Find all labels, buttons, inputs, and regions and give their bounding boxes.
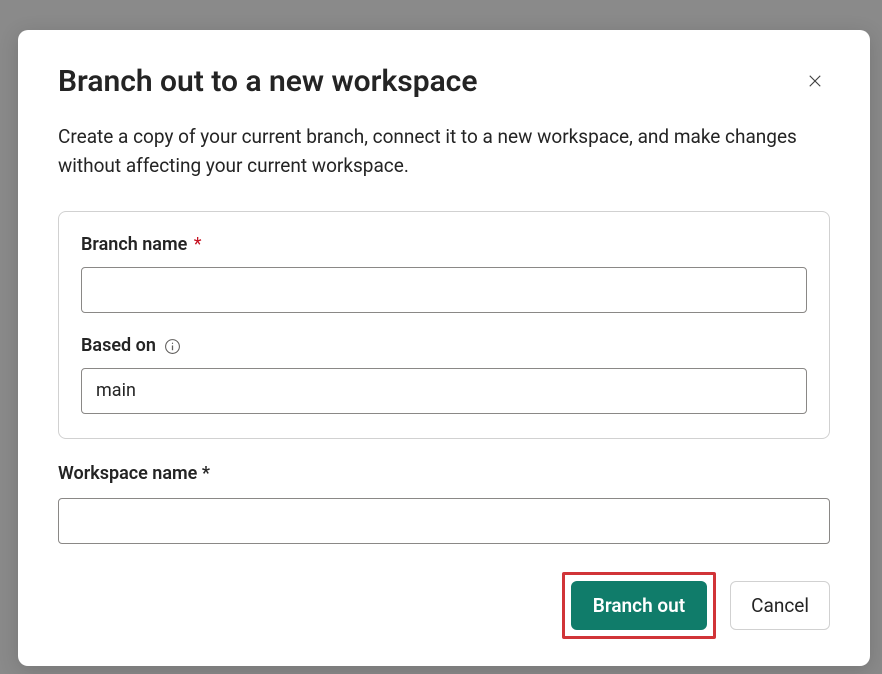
workspace-name-group: Workspace name * xyxy=(58,463,830,544)
info-icon[interactable] xyxy=(164,338,181,355)
based-on-label: Based on xyxy=(81,335,807,356)
cancel-button[interactable]: Cancel xyxy=(730,581,830,630)
based-on-group: Based on xyxy=(81,335,807,414)
branch-settings-card: Branch name * Based on xyxy=(58,211,830,439)
workspace-name-label-text: Workspace name xyxy=(58,463,197,484)
branch-out-modal: Branch out to a new workspace Create a c… xyxy=(18,30,870,666)
modal-footer: Branch out Cancel xyxy=(58,572,830,639)
close-icon xyxy=(806,72,824,93)
based-on-label-text: Based on xyxy=(81,335,156,356)
workspace-name-input[interactable] xyxy=(58,498,830,544)
modal-title: Branch out to a new workspace xyxy=(58,64,477,100)
based-on-input[interactable] xyxy=(81,368,807,414)
close-button[interactable] xyxy=(800,66,830,99)
branch-name-label: Branch name * xyxy=(81,234,807,255)
branch-name-label-text: Branch name xyxy=(81,234,187,255)
modal-description: Create a copy of your current branch, co… xyxy=(58,122,830,181)
workspace-name-label: Workspace name * xyxy=(58,463,830,484)
required-indicator: * xyxy=(202,463,210,484)
modal-header: Branch out to a new workspace xyxy=(58,64,830,100)
branch-out-button[interactable]: Branch out xyxy=(571,581,707,630)
branch-name-input[interactable] xyxy=(81,267,807,313)
highlight-box: Branch out xyxy=(562,572,716,639)
required-indicator: * xyxy=(194,234,202,255)
branch-name-group: Branch name * xyxy=(81,234,807,313)
